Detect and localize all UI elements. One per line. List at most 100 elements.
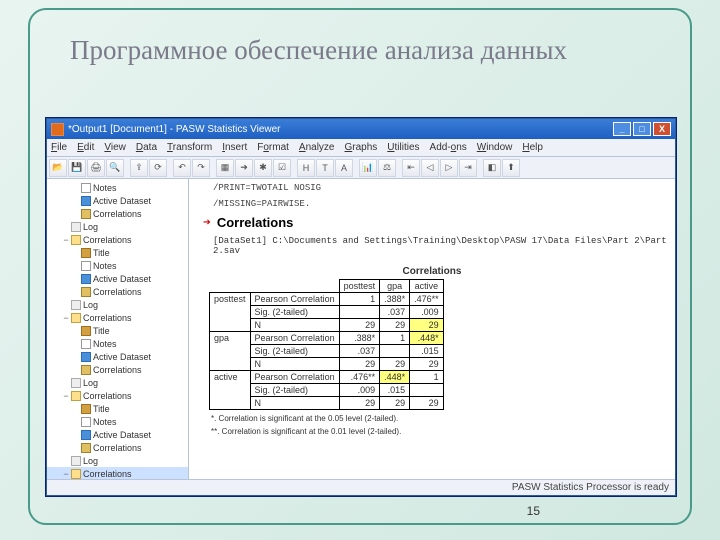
- correlations-table[interactable]: posttestgpaactiveposttestPearson Correla…: [209, 279, 444, 410]
- outline-label: Correlations: [93, 287, 142, 297]
- outline-item[interactable]: Active Dataset: [47, 194, 188, 207]
- statusbar: PASW Statistics Processor is ready: [47, 479, 675, 495]
- menu-edit[interactable]: Edit: [77, 142, 94, 153]
- row-var: gpa: [210, 332, 251, 371]
- print-icon[interactable]: 🖨: [87, 159, 105, 177]
- insert-text-icon[interactable]: A: [335, 159, 353, 177]
- table-title: Correlations: [197, 266, 667, 277]
- tree-twisty-icon[interactable]: −: [61, 313, 71, 323]
- menu-format[interactable]: Format: [257, 142, 289, 153]
- outline-item[interactable]: Active Dataset: [47, 272, 188, 285]
- outline-label: Correlations: [93, 209, 142, 219]
- open-icon[interactable]: 📂: [49, 159, 67, 177]
- export-icon[interactable]: ⇪: [130, 159, 148, 177]
- menu-addons[interactable]: Add-ons: [430, 142, 467, 153]
- tree-twisty-icon[interactable]: −: [61, 469, 71, 479]
- book-icon: [81, 326, 91, 336]
- menu-help[interactable]: Help: [522, 142, 543, 153]
- tree-last-icon[interactable]: ⇥: [459, 159, 477, 177]
- outline-item[interactable]: Correlations: [47, 441, 188, 454]
- corr-icon: [81, 209, 91, 219]
- cell-value: .009: [339, 384, 380, 397]
- outline-item[interactable]: Correlations: [47, 207, 188, 220]
- designate-window-icon[interactable]: ◧: [483, 159, 501, 177]
- stat-label: Sig. (2-tailed): [250, 345, 339, 358]
- outline-label: Correlations: [83, 391, 132, 401]
- menu-insert[interactable]: Insert: [222, 142, 247, 153]
- preview-icon[interactable]: 🔍: [106, 159, 124, 177]
- insert-title-icon[interactable]: T: [316, 159, 334, 177]
- weight-icon[interactable]: ⚖: [378, 159, 396, 177]
- tree-first-icon[interactable]: ⇤: [402, 159, 420, 177]
- tree-twisty-icon[interactable]: −: [61, 391, 71, 401]
- cell-value: .037: [339, 345, 380, 358]
- outline-item[interactable]: Title: [47, 246, 188, 259]
- stat-label: Pearson Correlation: [250, 371, 339, 384]
- outline-item[interactable]: −Correlations: [47, 233, 188, 246]
- chart-icon[interactable]: 📊: [359, 159, 377, 177]
- outline-item[interactable]: Log: [47, 454, 188, 467]
- ds-icon: [81, 430, 91, 440]
- tree-next-icon[interactable]: ▷: [440, 159, 458, 177]
- menu-transform[interactable]: Transform: [167, 142, 212, 153]
- row-var: active: [210, 371, 251, 410]
- outline-item[interactable]: Notes: [47, 337, 188, 350]
- menu-file[interactable]: File: [51, 142, 67, 153]
- save-icon[interactable]: 💾: [68, 159, 86, 177]
- outline-item[interactable]: Title: [47, 324, 188, 337]
- goto-case-icon[interactable]: ➜: [235, 159, 253, 177]
- outline-item[interactable]: Notes: [47, 415, 188, 428]
- titlebar[interactable]: *Output1 [Document1] - PASW Statistics V…: [47, 119, 675, 139]
- dataset-path: [DataSet1] C:\Documents and Settings\Tra…: [213, 236, 667, 256]
- menu-graphs[interactable]: Graphs: [344, 142, 377, 153]
- outline-item[interactable]: Active Dataset: [47, 350, 188, 363]
- cell-value: 29: [410, 319, 444, 332]
- outline-item[interactable]: Log: [47, 376, 188, 389]
- menu-view[interactable]: View: [104, 142, 126, 153]
- cell-value: 1: [380, 332, 410, 345]
- variables-icon[interactable]: ✱: [254, 159, 272, 177]
- outline-item[interactable]: Correlations: [47, 285, 188, 298]
- outline-item[interactable]: Log: [47, 298, 188, 311]
- tree-prev-icon[interactable]: ◁: [421, 159, 439, 177]
- corr-icon: [81, 287, 91, 297]
- minimize-button[interactable]: _: [613, 122, 631, 136]
- outline-item[interactable]: − Correlations: [47, 389, 188, 402]
- stat-label: Sig. (2-tailed): [250, 384, 339, 397]
- footnote-01: **. Correlation is significant at the 0.…: [211, 427, 667, 436]
- syntax-line: /PRINT=TWOTAIL NOSIG: [213, 183, 667, 193]
- outline-item[interactable]: Correlations: [47, 363, 188, 376]
- cell-value: [339, 306, 380, 319]
- outline-item[interactable]: − Correlations: [47, 311, 188, 324]
- recall-icon[interactable]: ⟳: [149, 159, 167, 177]
- goto-data-icon[interactable]: ▦: [216, 159, 234, 177]
- outline-label: Correlations: [93, 443, 142, 453]
- menu-analyze[interactable]: Analyze: [299, 142, 335, 153]
- menu-data[interactable]: Data: [136, 142, 157, 153]
- maximize-button[interactable]: □: [633, 122, 651, 136]
- outline-item[interactable]: Notes: [47, 259, 188, 272]
- menu-utilities[interactable]: Utilities: [387, 142, 419, 153]
- cell-value: 1: [339, 293, 380, 306]
- outline-item[interactable]: Title: [47, 402, 188, 415]
- cell-value: .037: [380, 306, 410, 319]
- promote-icon[interactable]: ⬆: [502, 159, 520, 177]
- select-icon[interactable]: ☑: [273, 159, 291, 177]
- outline-item[interactable]: Active Dataset: [47, 428, 188, 441]
- col-header: gpa: [380, 280, 410, 293]
- close-button[interactable]: X: [653, 122, 671, 136]
- cell-value: .476**: [339, 371, 380, 384]
- insert-head-icon[interactable]: H: [297, 159, 315, 177]
- outline-label: Correlations: [83, 313, 132, 323]
- tree-twisty-icon[interactable]: −: [61, 235, 71, 245]
- slide-title: Программное обеспечение анализа данных: [70, 34, 567, 68]
- redo-icon[interactable]: ↷: [192, 159, 210, 177]
- cell-value: [410, 384, 444, 397]
- output-content-pane[interactable]: /PRINT=TWOTAIL NOSIG /MISSING=PAIRWISE. …: [189, 179, 675, 479]
- undo-icon[interactable]: ↶: [173, 159, 191, 177]
- outline-pane[interactable]: NotesActive DatasetCorrelationsLog−Corre…: [47, 179, 189, 479]
- outline-item[interactable]: Log: [47, 220, 188, 233]
- outline-item[interactable]: −Correlations: [47, 467, 188, 479]
- menu-window[interactable]: Window: [477, 142, 513, 153]
- outline-item[interactable]: Notes: [47, 181, 188, 194]
